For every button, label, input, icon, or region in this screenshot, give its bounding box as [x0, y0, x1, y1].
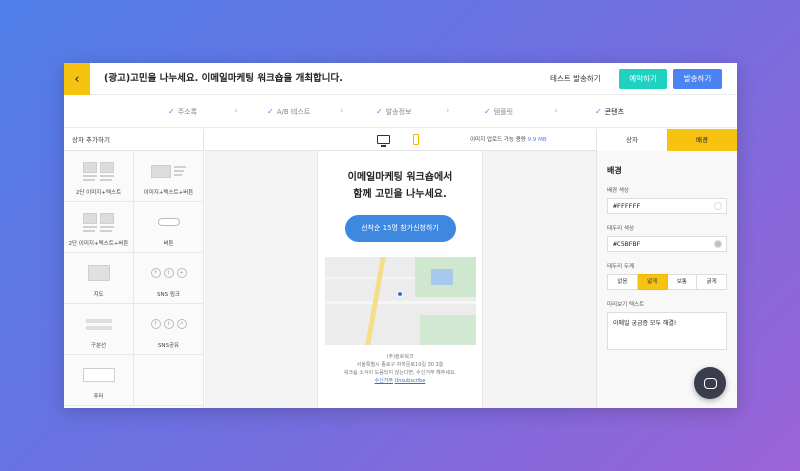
map-icon — [87, 260, 110, 286]
step-navigation: ✓ 주소록 › ✓ A/B 테스트 › ✓ 발송정보 › ✓ 템플릿 › ✓ 콘텐츠 — [64, 95, 737, 128]
block-label: 2단 이미지+텍스트 — [75, 190, 122, 196]
border-width-label: 테두리 두께 — [607, 264, 635, 270]
company-name: (주)슬로워크 — [386, 354, 414, 360]
border-color-label: 테두리 색상 — [607, 226, 635, 232]
block-label: SNS 링크 — [157, 292, 180, 298]
unsubscribe-link-en[interactable]: Unsubscribe — [395, 378, 426, 384]
border-none-option[interactable]: 없음 — [607, 274, 638, 290]
color-swatch[interactable] — [714, 240, 722, 248]
check-icon: ✓ — [484, 107, 491, 116]
block-label: 2단 이미지+텍스트+버튼 — [68, 241, 129, 247]
two-col-image-button-icon — [83, 209, 114, 235]
step-send-info[interactable]: ✓ 발송정보 — [376, 95, 411, 128]
unsubscribe-links: 수신거부 Unsubscribe — [318, 377, 482, 385]
color-swatch[interactable] — [714, 202, 722, 210]
block-divider[interactable]: 구분선 — [64, 304, 134, 355]
chat-button[interactable] — [694, 367, 726, 399]
tab-background[interactable]: 배경 — [667, 129, 737, 151]
check-icon: ✓ — [267, 107, 274, 116]
back-button[interactable]: ‹ — [64, 63, 90, 95]
sns-share-icon: f t ↗ — [150, 311, 187, 337]
block-two-col-image-text-button[interactable]: 2단 이미지+텍스트+버튼 — [64, 202, 134, 253]
add-block-panel: 상자 추가하기 2단 이미지+텍스트 이미지+텍스트+버튼 2단 이미지+텍스트… — [64, 129, 204, 408]
step-template[interactable]: ✓ 템플릿 — [484, 95, 513, 128]
check-icon: ✓ — [595, 107, 602, 116]
sns-link-icon: f t + — [150, 260, 187, 286]
email-title[interactable]: 이메일마케팅 워크숍에서 함께 고민을 나누세요. — [318, 169, 482, 203]
reserve-button[interactable]: 예약하기 — [619, 69, 667, 89]
block-label: SNS공유 — [157, 343, 180, 349]
chevron-right-icon: › — [446, 106, 450, 116]
divider-icon — [85, 311, 112, 337]
two-col-image-icon — [83, 158, 114, 184]
email-preview[interactable]: 이메일마케팅 워크숍에서 함께 고민을 나누세요. 선착순 15명 참가신청하기… — [317, 151, 483, 408]
border-color-field[interactable]: #C5BFBF — [607, 236, 727, 252]
check-icon: ✓ — [168, 107, 175, 116]
unsubscribe-notice: 워크숍 소식이 도움되지 않는다면, 수신거부 해주세요. — [343, 370, 457, 376]
check-icon: ✓ — [376, 107, 383, 116]
footer-icon — [82, 362, 115, 388]
email-footer: (주)슬로워크 서울특별시 종로구 자하문로10길 30 3층 워크숍 소식이 … — [318, 353, 482, 377]
upload-label: 이미지 업로드 가능 용량 — [470, 137, 526, 143]
block-sns-link[interactable]: f t + SNS 링크 — [134, 253, 204, 304]
style-tabs: 상자 배경 — [597, 129, 737, 151]
block-empty — [134, 355, 204, 406]
panel-title: 상자 추가하기 — [64, 129, 203, 151]
email-canvas: 이미지 업로드 가능 용량 9.9 MB 이메일마케팅 워크숍에서 함께 고민을… — [205, 129, 596, 408]
desktop-view-icon[interactable] — [377, 135, 390, 147]
border-normal-option[interactable]: 보통 — [667, 274, 698, 290]
mobile-view-icon[interactable] — [413, 134, 419, 145]
step-ab-test[interactable]: ✓ A/B 테스트 — [267, 95, 310, 128]
border-thick-option[interactable]: 굵게 — [697, 274, 727, 290]
block-grid: 2단 이미지+텍스트 이미지+텍스트+버튼 2단 이미지+텍스트+버튼 버튼 지… — [64, 151, 204, 406]
chat-icon — [703, 377, 717, 389]
block-label: 이미지+텍스트+버튼 — [143, 190, 194, 196]
border-width-selector: 없음 얇게 보통 굵게 — [607, 274, 727, 290]
chevron-right-icon: › — [234, 106, 238, 116]
upload-capacity: 이미지 업로드 가능 용량 9.9 MB — [470, 129, 547, 151]
block-map[interactable]: 지도 — [64, 253, 134, 304]
map-image[interactable] — [324, 257, 476, 345]
unsubscribe-link-ko[interactable]: 수신거부 — [375, 378, 393, 384]
chevron-left-icon: ‹ — [74, 71, 80, 87]
step-content[interactable]: ✓ 콘텐츠 — [595, 95, 624, 128]
preview-toolbar: 이미지 업로드 가능 용량 9.9 MB — [205, 129, 596, 151]
test-send-button[interactable]: 테스트 발송하기 — [550, 63, 601, 95]
company-address: 서울특별시 종로구 자하문로10길 30 3층 — [356, 362, 444, 368]
block-label: 지도 — [93, 292, 104, 298]
block-image-text-button[interactable]: 이미지+텍스트+버튼 — [134, 151, 204, 202]
block-label: 푸터 — [93, 394, 104, 400]
chevron-right-icon: › — [340, 106, 344, 116]
block-button[interactable]: 버튼 — [134, 202, 204, 253]
upload-value: 9.9 MB — [527, 137, 547, 143]
block-sns-share[interactable]: f t ↗ SNS공유 — [134, 304, 204, 355]
bg-color-field[interactable]: #FFFFFF — [607, 198, 727, 214]
block-footer[interactable]: 푸터 — [64, 355, 134, 406]
top-header: ‹ (광고)고민을 나누세요. 이메일마케팅 워크숍을 개최합니다. 테스트 발… — [64, 63, 737, 95]
editor-window: ‹ (광고)고민을 나누세요. 이메일마케팅 워크숍을 개최합니다. 테스트 발… — [64, 63, 737, 408]
border-thin-option[interactable]: 얇게 — [637, 274, 668, 290]
block-label: 버튼 — [163, 241, 174, 247]
style-panel: 상자 배경 배경 배경 색상 #FFFFFF 테두리 색상 #C5BFBF 테두… — [596, 129, 737, 408]
cta-button[interactable]: 선착순 15명 참가신청하기 — [344, 215, 456, 242]
image-text-icon — [151, 158, 186, 184]
chevron-right-icon: › — [554, 106, 558, 116]
tab-box[interactable]: 상자 — [597, 129, 667, 151]
block-two-col-image-text[interactable]: 2단 이미지+텍스트 — [64, 151, 134, 202]
step-address-book[interactable]: ✓ 주소록 — [168, 95, 197, 128]
button-block-icon — [157, 209, 180, 235]
preview-text-label: 미리보기 텍스트 — [607, 302, 645, 308]
section-title: 배경 — [607, 166, 622, 175]
send-button[interactable]: 발송하기 — [673, 69, 722, 89]
block-label: 구분선 — [90, 343, 107, 349]
map-pin-icon — [396, 291, 403, 297]
campaign-title: (광고)고민을 나누세요. 이메일마케팅 워크숍을 개최합니다. — [104, 73, 343, 84]
preview-text-input[interactable]: 이메일 궁금증 모두 해결! — [607, 312, 727, 350]
bg-color-label: 배경 색상 — [607, 188, 629, 194]
